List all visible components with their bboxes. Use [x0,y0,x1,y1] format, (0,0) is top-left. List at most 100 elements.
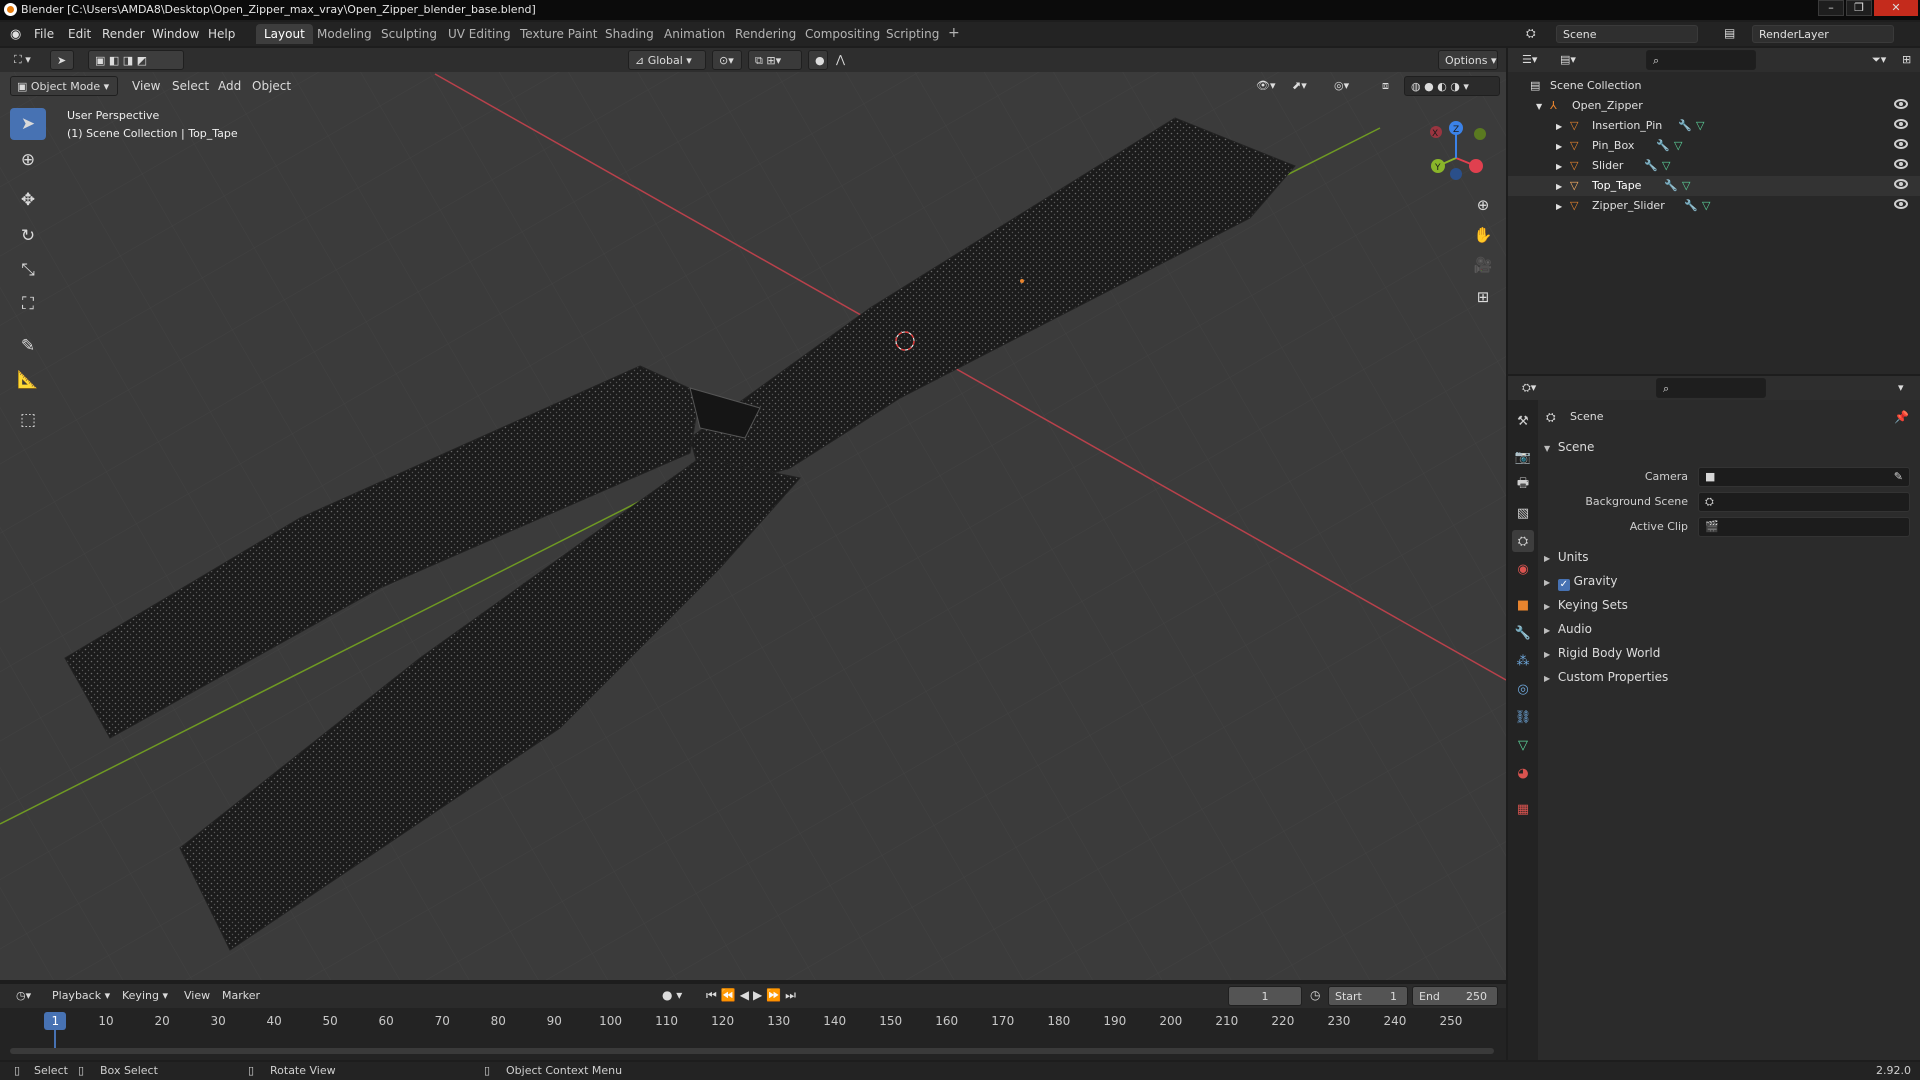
gizmo-x-axis[interactable] [1469,159,1483,173]
tab-shading[interactable]: Shading [597,24,662,44]
snap-icon[interactable]: ⧉ ⊞▾ [748,50,802,70]
editor-type-icon[interactable]: ⛶ ▾ [8,50,37,70]
units-panel[interactable]: ▶ Units [1544,550,1589,564]
viewport-menu-view[interactable]: View [132,79,160,93]
particles-tab-icon[interactable]: ⁂ [1512,650,1534,672]
material-tab-icon[interactable]: ◕ [1512,762,1534,784]
camera-view-icon[interactable]: 🎥 [1470,252,1496,278]
close-button[interactable]: ✕ [1874,0,1918,16]
world-tab-icon[interactable]: ◉ [1512,558,1534,580]
data-tab-icon[interactable]: ▽ [1512,734,1534,756]
physics-tab-icon[interactable]: ◎ [1512,678,1534,700]
move-tool-icon[interactable]: ✥ [10,184,46,216]
expand-arrow-icon[interactable]: ▶ [1556,202,1562,211]
perspective-toggle-icon[interactable]: ⊞ [1470,284,1496,310]
outliner-row-scene-collection[interactable]: ▤ Scene Collection [1508,76,1920,96]
visibility-eye-icon[interactable] [1894,199,1908,209]
tab-uv-editing[interactable]: UV Editing [440,24,519,44]
background-scene-field[interactable]: ⛭ [1698,492,1910,512]
properties-options-icon[interactable]: ▾ [1892,378,1910,398]
texture-tab-icon[interactable]: ▦ [1512,798,1534,820]
outliner-search-input[interactable]: ⌕ [1646,50,1756,70]
properties-search-input[interactable]: ⌕ [1656,378,1766,398]
filter-icon[interactable]: ⏷▾ [1866,50,1892,70]
expand-arrow-icon[interactable]: ▶ [1556,122,1562,131]
eyedropper-icon[interactable]: ✎ [1894,470,1903,483]
gravity-panel[interactable]: ▶ ✓ Gravity [1544,574,1617,591]
end-frame-field[interactable]: End 250 [1412,986,1498,1006]
zoom-icon[interactable]: ⊕ [1470,192,1496,218]
display-mode-icon[interactable]: ▤▾ [1554,50,1582,70]
view-layer-tab-icon[interactable]: ▧ [1512,502,1534,524]
transform-orientation-dropdown[interactable]: ⊿ Global ▾ [628,50,706,70]
render-tab-icon[interactable]: 📷 [1512,446,1534,468]
preview-range-icon[interactable]: ◷ [1310,988,1320,1002]
visibility-eye-icon[interactable] [1894,159,1908,169]
measure-tool-icon[interactable]: 📐 [10,364,46,396]
record-button[interactable]: ● ▾ [662,988,682,1002]
timeline-scrollbar[interactable] [10,1048,1494,1054]
3d-viewport[interactable] [0,48,1506,980]
visibility-eye-icon[interactable] [1894,99,1908,109]
tab-modeling[interactable]: Modeling [309,24,380,44]
add-cube-tool-icon[interactable]: ⬚ [10,404,46,436]
timeline-menu-marker[interactable]: Marker [222,989,260,1002]
tab-compositing[interactable]: Compositing [797,24,888,44]
active-clip-field[interactable]: 🎬 [1698,517,1910,537]
scene-name-field[interactable]: Scene [1556,25,1698,43]
current-frame-field[interactable]: 1 [1228,986,1302,1006]
outliner-editor-type-icon[interactable]: ☰▾ [1516,50,1543,70]
visibility-eye-icon[interactable] [1894,139,1908,149]
shading-mode-buttons[interactable]: ◍ ● ◐ ◑ ▾ [1404,76,1500,96]
annotate-tool-icon[interactable]: ✎ [10,330,46,362]
outliner-row-pin-box[interactable]: ▶ ▽ Pin_Box 🔧 ▽ [1508,136,1920,156]
proportional-edit-icon[interactable]: ● [808,50,828,70]
gizmo-toggle-icon[interactable]: ⬈▾ [1286,76,1320,96]
expand-arrow-icon[interactable]: ▶ [1556,182,1562,191]
menu-render[interactable]: Render [102,27,145,41]
timeline-menu-playback[interactable]: Playback ▾ [52,989,110,1002]
rigid-body-world-panel[interactable]: ▶ Rigid Body World [1544,646,1660,660]
mode-dropdown[interactable]: ▣ Object Mode ▾ [10,76,118,96]
outliner-row-open-zipper[interactable]: ▼ ⅄ Open_Zipper [1508,96,1920,116]
falloff-icon[interactable]: ⋀ [830,50,854,70]
menu-edit[interactable]: Edit [68,27,91,41]
pan-hand-icon[interactable]: ✋ [1470,222,1496,248]
overlays-toggle-icon[interactable]: ◎▾ [1328,76,1368,96]
tab-animation[interactable]: Animation [656,24,733,44]
keying-sets-panel[interactable]: ▶ Keying Sets [1544,598,1628,612]
pin-icon[interactable]: 📌 [1894,410,1909,424]
scene-selector-icon[interactable]: ⛭ [1526,26,1536,41]
gizmo-y-negative[interactable] [1474,128,1486,140]
expand-arrow-icon[interactable]: ▼ [1536,102,1542,111]
timeline-menu-view[interactable]: View [184,989,210,1002]
gravity-checkbox[interactable]: ✓ [1557,579,1570,591]
tool-tab-icon[interactable]: ⚒ [1512,410,1534,432]
scene-tab-icon[interactable]: ⛭ [1512,530,1534,552]
camera-field[interactable]: ■ ✎ [1698,467,1910,487]
menu-file[interactable]: File [34,27,54,41]
constraints-tab-icon[interactable]: ⛓ [1512,706,1534,728]
object-tab-icon[interactable]: ■ [1512,594,1534,616]
playback-controls[interactable]: ⏮⏪◀▶⏩⏭ [706,988,800,1003]
gizmo-z-negative[interactable] [1450,168,1462,180]
visibility-icon[interactable]: 👁▾ [1250,76,1280,96]
minimize-button[interactable]: – [1818,0,1844,16]
visibility-eye-icon[interactable] [1894,119,1908,129]
menu-help[interactable]: Help [208,27,235,41]
scale-tool-icon[interactable]: ⤡ [10,254,46,286]
viewport-menu-select[interactable]: Select [172,79,209,93]
start-frame-field[interactable]: Start 1 [1328,986,1408,1006]
options-dropdown[interactable]: Options ▾ [1438,50,1498,70]
view-layer-field[interactable]: RenderLayer [1752,25,1894,43]
audio-panel[interactable]: ▶ Audio [1544,622,1592,636]
visibility-eye-icon[interactable] [1894,179,1908,189]
tab-rendering[interactable]: Rendering [727,24,804,44]
timeline-menu-keying[interactable]: Keying ▾ [122,989,168,1002]
navigation-gizmo[interactable]: X Y Z [1420,110,1500,190]
tab-texture-paint[interactable]: Texture Paint [512,24,605,44]
menu-window[interactable]: Window [152,27,199,41]
add-workspace-button[interactable]: + [940,22,968,42]
viewport-menu-object[interactable]: Object [252,79,291,93]
selection-mode-buttons[interactable]: ▣ ◧ ◨ ◩ [88,50,184,70]
